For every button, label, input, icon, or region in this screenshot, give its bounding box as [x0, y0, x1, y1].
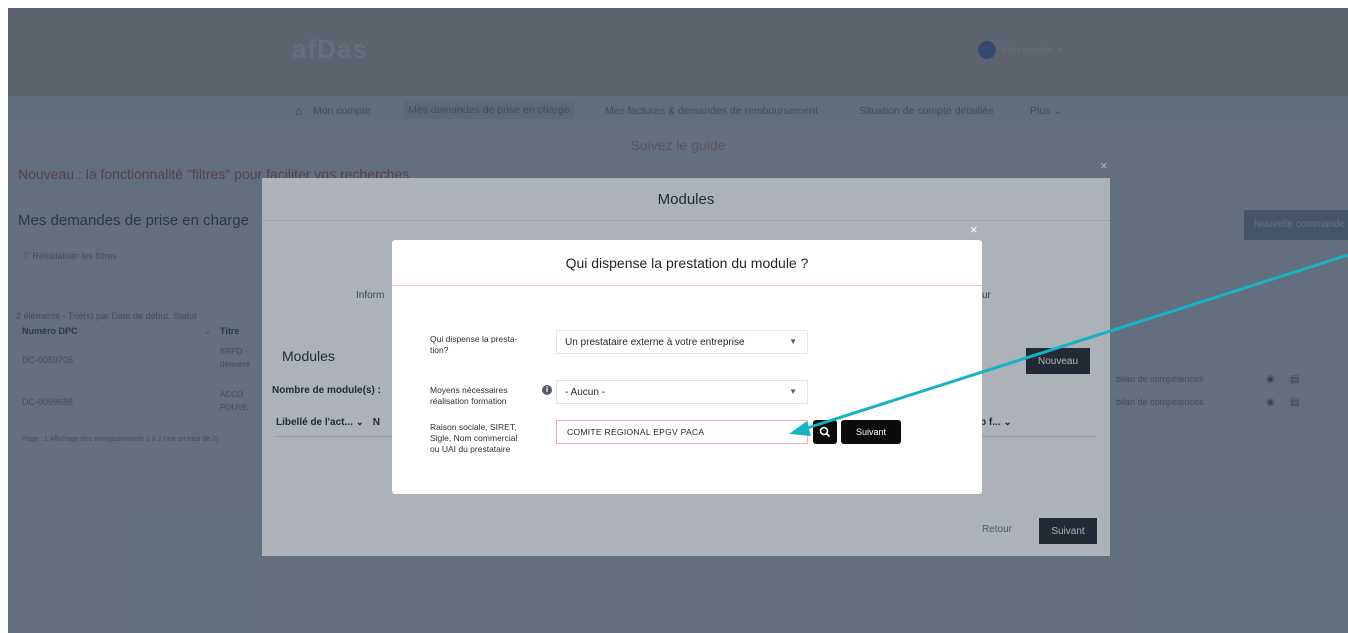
screen: afDas Mon compte ▾ ⌂ Mon compte Mes dema…: [8, 8, 1348, 633]
annotation-arrow: [789, 253, 1348, 436]
